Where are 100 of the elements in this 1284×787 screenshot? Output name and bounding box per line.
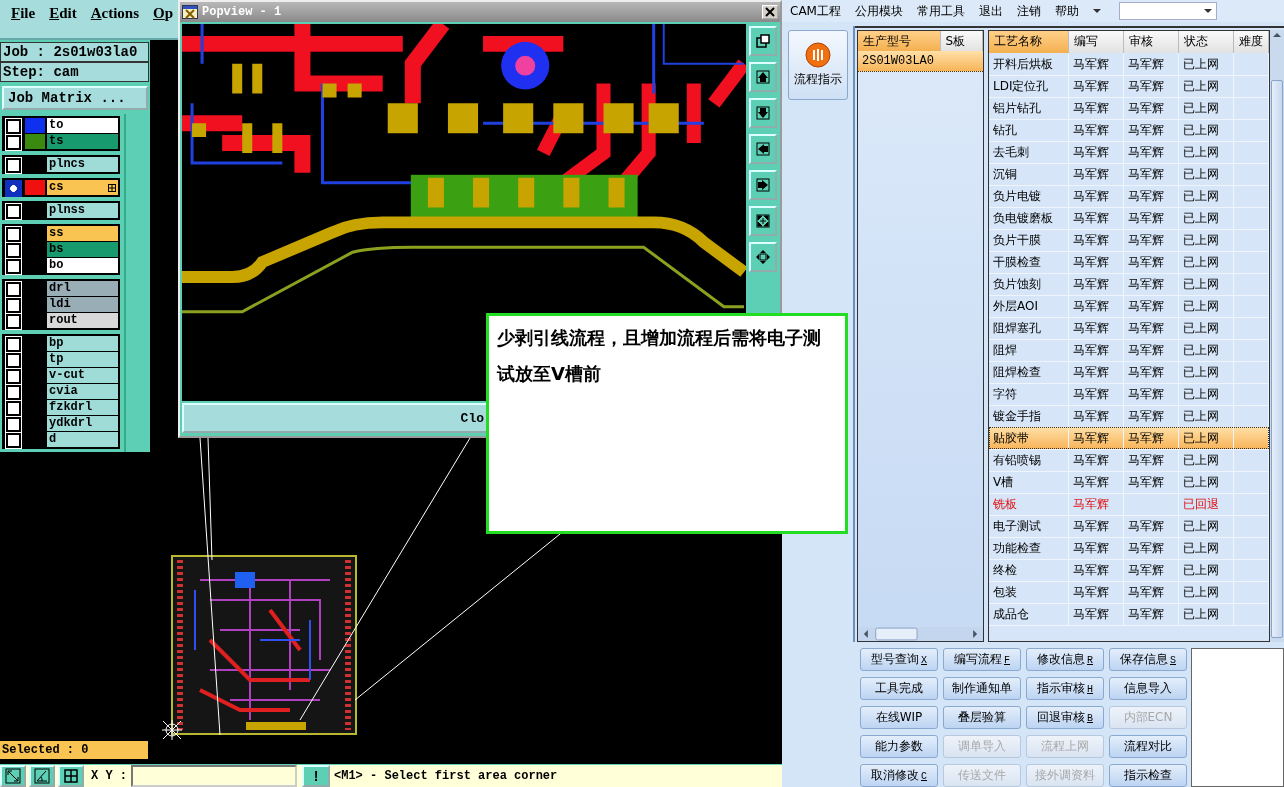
table-row[interactable]: 沉铜 马军辉 马军辉 已上网 — [989, 163, 1269, 185]
toolbar-button[interactable] — [749, 26, 777, 56]
table-row[interactable]: 字符 马军辉 马军辉 已上网 — [989, 383, 1269, 405]
job-matrix-button[interactable]: Job Matrix ... — [2, 86, 148, 110]
layer-checkbox[interactable] — [6, 158, 21, 173]
process-guide-button[interactable]: 流程指示 — [787, 30, 848, 100]
layer-checkbox[interactable] — [6, 401, 21, 416]
action-button[interactable]: 工具完成 — [860, 677, 938, 700]
up-arrow-icon[interactable] — [1272, 30, 1282, 40]
layer-name[interactable]: rout — [47, 313, 118, 328]
table-row[interactable]: 成品仓 马军辉 马军辉 已上网 — [989, 603, 1269, 625]
layer-name[interactable]: to — [47, 118, 118, 133]
layer-checkbox[interactable] — [6, 314, 21, 329]
menu-item[interactable]: Edit — [49, 5, 77, 38]
toolbar-button[interactable] — [749, 62, 777, 92]
table-row[interactable]: 包装 马军辉 马军辉 已上网 — [989, 581, 1269, 603]
action-button[interactable]: 编写流程 F — [943, 648, 1021, 671]
action-button[interactable]: 回退审核 B — [1026, 706, 1104, 729]
layer-name[interactable]: ldi — [47, 297, 118, 312]
close-button[interactable] — [762, 5, 778, 19]
toolbar-button[interactable] — [749, 98, 777, 128]
action-button[interactable]: 能力参数 — [860, 735, 938, 758]
toolbar-button[interactable] — [29, 765, 55, 787]
layer-checkbox[interactable] — [6, 385, 21, 400]
table-row[interactable]: 外层AOI 马军辉 马军辉 已上网 — [989, 295, 1269, 317]
layer-checkbox[interactable] — [6, 298, 21, 313]
toolbar-button[interactable] — [749, 206, 777, 236]
table-row[interactable]: 功能检查 马军辉 马军辉 已上网 — [989, 537, 1269, 559]
table-row[interactable]: 阻焊检查 马军辉 马军辉 已上网 — [989, 361, 1269, 383]
layer-name[interactable]: ss — [47, 226, 118, 241]
layer-name[interactable]: ts — [47, 134, 118, 149]
table-row[interactable]: 钻孔 马军辉 马军辉 已上网 — [989, 119, 1269, 141]
close-button[interactable]: Clo — [182, 403, 486, 433]
column-header[interactable]: 工艺名称 — [989, 31, 1069, 53]
column-header[interactable]: S板 — [940, 31, 983, 51]
action-button[interactable]: 叠层验算 — [943, 706, 1021, 729]
layer-checkbox[interactable] — [6, 417, 21, 432]
table-row[interactable]: 铣板 马军辉 已回退 — [989, 493, 1269, 515]
table-row[interactable]: 负电镀磨板 马军辉 马军辉 已上网 — [989, 207, 1269, 229]
table-row[interactable]: 去毛刺 马军辉 马军辉 已上网 — [989, 141, 1269, 163]
menu-item[interactable]: 退出 — [978, 2, 1003, 20]
menu-item[interactable]: Actions — [90, 5, 140, 38]
layer-name[interactable]: bp — [47, 336, 118, 351]
layer-checkbox[interactable] — [6, 282, 21, 297]
column-header[interactable]: 难度 — [1234, 31, 1269, 53]
layer-name[interactable]: drl — [47, 281, 118, 296]
layer-name[interactable]: tp — [47, 352, 118, 367]
column-header[interactable]: 编写 — [1069, 31, 1124, 53]
layer-name[interactable]: fzkdrl — [47, 400, 118, 415]
table-row[interactable]: 阻焊 马军辉 马军辉 已上网 — [989, 339, 1269, 361]
layer-checkbox[interactable] — [6, 181, 21, 196]
layer-checkbox[interactable] — [6, 433, 21, 448]
toolbar-button[interactable] — [0, 765, 26, 787]
layer-checkbox[interactable] — [6, 227, 21, 242]
table-row[interactable]: 阻焊塞孔 马军辉 马军辉 已上网 — [989, 317, 1269, 339]
action-button[interactable]: 指示审核 H — [1026, 677, 1104, 700]
action-button[interactable]: 保存信息 S — [1109, 648, 1187, 671]
menu-item[interactable]: File — [11, 5, 36, 38]
table-row[interactable]: 铝片钻孔 马军辉 马军辉 已上网 — [989, 97, 1269, 119]
column-header[interactable]: 生产型号 — [858, 31, 941, 51]
table-row[interactable]: 电子测试 马军辉 马军辉 已上网 — [989, 515, 1269, 537]
table-row[interactable]: 负片电镀 马军辉 马军辉 已上网 — [989, 185, 1269, 207]
table-row[interactable]: 负片干膜 马军辉 马军辉 已上网 — [989, 229, 1269, 251]
action-button[interactable]: 信息导入 — [1109, 677, 1187, 700]
xy-input-field[interactable] — [131, 765, 297, 787]
layer-name[interactable]: plnss — [47, 203, 118, 218]
column-header[interactable]: 审核 — [1124, 31, 1179, 53]
layer-name[interactable]: cvia — [47, 384, 118, 399]
menu-item[interactable]: Op — [153, 5, 174, 38]
action-button[interactable]: 流程对比 — [1109, 735, 1187, 758]
action-button[interactable]: 取消修改 C — [860, 764, 938, 787]
layer-checkbox[interactable] — [6, 135, 21, 150]
layer-name[interactable]: v-cut — [47, 368, 118, 383]
layer-name[interactable]: d — [47, 432, 118, 447]
menu-item[interactable]: 常用工具 — [916, 2, 965, 20]
action-button[interactable]: 型号查询 X — [860, 648, 938, 671]
menu-item[interactable]: CAM工程 — [790, 2, 841, 20]
action-button[interactable]: 修改信息 R — [1026, 648, 1104, 671]
table-row[interactable]: 有铅喷锡 马军辉 马军辉 已上网 — [989, 449, 1269, 471]
alert-button[interactable]: ! — [302, 765, 330, 787]
table-row[interactable]: 贴胶带 马军辉 马军辉 已上网 — [989, 427, 1269, 449]
table-row[interactable]: V槽 马军辉 马军辉 已上网 — [989, 471, 1269, 493]
action-button[interactable]: 在线WIP — [860, 706, 938, 729]
layer-checkbox[interactable] — [6, 204, 21, 219]
toolbar-button[interactable] — [749, 170, 777, 200]
action-button[interactable]: 制作通知单 — [943, 677, 1021, 700]
layer-name[interactable]: cs — [47, 180, 118, 195]
table-row[interactable]: 干膜检查 马军辉 马军辉 已上网 — [989, 251, 1269, 273]
layer-checkbox[interactable] — [6, 259, 21, 274]
toolbar-button[interactable] — [58, 765, 84, 787]
layer-checkbox[interactable] — [6, 353, 21, 368]
vertical-scrollbar[interactable] — [1270, 30, 1284, 642]
layer-checkbox[interactable] — [6, 243, 21, 258]
column-header[interactable]: 状态 — [1179, 31, 1234, 53]
action-button[interactable]: 指示检查 — [1109, 764, 1187, 787]
dropdown-field[interactable] — [1118, 2, 1217, 20]
layer-name[interactable]: bo — [47, 258, 118, 273]
layer-checkbox[interactable] — [6, 337, 21, 352]
menu-item[interactable]: 帮助 — [1054, 2, 1079, 20]
table-row[interactable]: LDI定位孔 马军辉 马军辉 已上网 — [989, 75, 1269, 97]
